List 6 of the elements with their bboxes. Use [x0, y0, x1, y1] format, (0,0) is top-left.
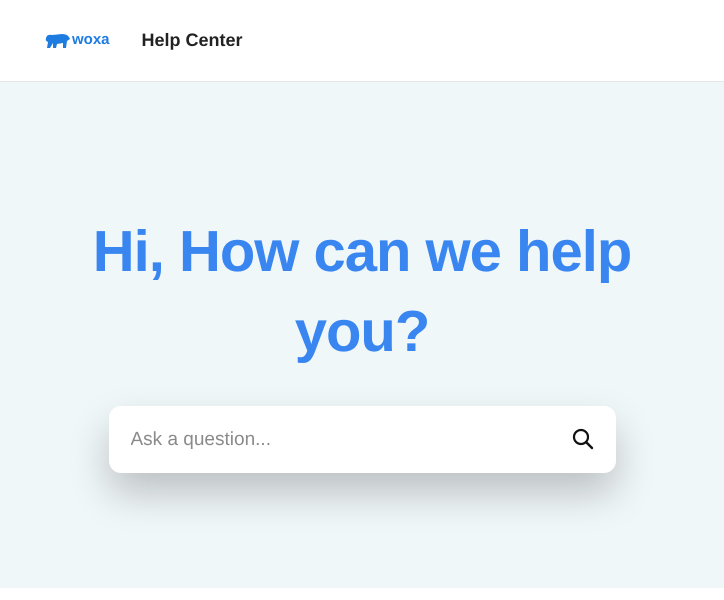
search-field[interactable]: Ask a question...: [108, 406, 616, 473]
bear-icon: [44, 32, 70, 48]
hero-heading: Hi, How can we help you?: [92, 218, 632, 366]
page-title: Help Center: [142, 29, 243, 52]
search-icon[interactable]: [572, 428, 594, 450]
logo-text: woxa: [72, 30, 110, 50]
